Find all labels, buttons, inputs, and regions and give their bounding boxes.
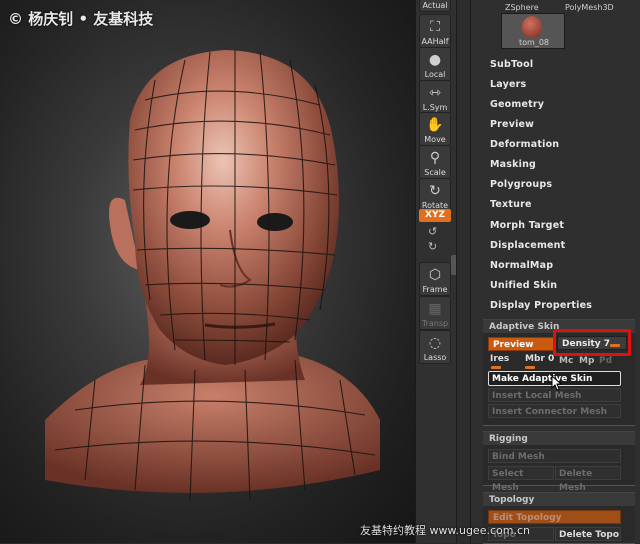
zsphere-label[interactable]: ZSphere — [505, 3, 539, 12]
y-rotate-icon[interactable]: ↺ — [428, 225, 437, 238]
menu-displacement[interactable]: Displacement — [490, 240, 565, 251]
zoom-icon: ⚲ — [429, 150, 441, 166]
hand-icon: ✋ — [426, 117, 444, 133]
lasso-icon: ◌ — [428, 335, 442, 351]
ires-label[interactable]: Ires — [490, 354, 509, 364]
tool-thumbnail[interactable]: tom_08 — [501, 13, 565, 49]
delete-topo-button[interactable]: Delete Topo — [555, 527, 621, 541]
head-thumbnail-icon — [522, 16, 542, 38]
lsym-button[interactable]: ⇿ L.Sym — [419, 80, 451, 114]
lasso-button[interactable]: ◌ Lasso — [419, 330, 451, 364]
menu-deformation[interactable]: Deformation — [490, 139, 559, 150]
tool-shelf: Actual ⛶ AAHalf ● Local ⇿ L.Sym ✋ Move ⚲… — [415, 0, 456, 543]
insert-connector-mesh-button[interactable]: Insert Connector Mesh — [488, 404, 621, 418]
rotate-icon: ↻ — [429, 183, 441, 199]
transparency-icon: ▦ — [428, 301, 442, 317]
select-mesh-button[interactable]: Select Mesh — [488, 466, 554, 493]
aahalf-icon: ⛶ — [430, 19, 440, 35]
head-model — [45, 50, 380, 501]
density-highlight-box — [553, 329, 631, 356]
pd-toggle[interactable]: Pd — [599, 356, 612, 366]
menu-preview[interactable]: Preview — [490, 119, 534, 130]
local-button[interactable]: ● Local — [419, 47, 451, 81]
bind-mesh-button[interactable]: Bind Mesh — [488, 449, 621, 463]
transp-button[interactable]: ▦ Transp — [419, 296, 451, 330]
menu-normalmap[interactable]: NormalMap — [490, 260, 553, 271]
frame-button[interactable]: ⬡ Frame — [419, 262, 451, 296]
scale-button[interactable]: ⚲ Scale — [419, 145, 451, 179]
menu-layers[interactable]: Layers — [490, 79, 526, 90]
move-button[interactable]: ✋ Move — [419, 112, 451, 146]
watermark-bottom: 友基特约教程 www.ugee.com.cn — [360, 524, 530, 537]
local-icon: ● — [428, 52, 442, 68]
menu-unified-skin[interactable]: Unified Skin — [490, 280, 557, 291]
watermark-top: © 杨庆钊 • 友基科技 — [8, 10, 154, 28]
actual-button[interactable]: Actual — [419, 0, 451, 12]
z-rotate-icon[interactable]: ↻ — [428, 240, 437, 253]
tool-thumbnails: ZSphere PolyMesh3D tom_08 — [483, 0, 633, 49]
ires-slider-knob[interactable] — [491, 366, 501, 369]
tool-palette: ZSphere PolyMesh3D tom_08 SubTool Layers… — [470, 0, 640, 544]
menu-masking[interactable]: Masking — [490, 159, 536, 170]
delete-mesh-button[interactable]: Delete Mesh — [555, 466, 621, 493]
menu-polygroups[interactable]: Polygroups — [490, 179, 552, 190]
mp-toggle[interactable]: Mp — [579, 356, 594, 366]
menu-texture[interactable]: Texture — [490, 199, 532, 210]
menu-morph-target[interactable]: Morph Target — [490, 220, 564, 231]
xyz-button[interactable]: XYZ — [419, 209, 451, 222]
symmetry-icon: ⇿ — [429, 85, 441, 101]
panel-scroll-strip[interactable] — [456, 0, 471, 543]
polymesh-label[interactable]: PolyMesh3D — [565, 3, 614, 12]
mc-toggle[interactable]: Mc — [559, 356, 573, 366]
menu-geometry[interactable]: Geometry — [490, 99, 544, 110]
aahalf-button[interactable]: ⛶ AAHalf — [419, 14, 451, 48]
menu-subtool[interactable]: SubTool — [490, 59, 533, 70]
mbr-slider-knob[interactable] — [525, 366, 535, 369]
mbr-label[interactable]: Mbr 0 — [525, 354, 554, 364]
cube-icon: ⬡ — [428, 267, 442, 283]
rotate-button[interactable]: ↻ Rotate — [419, 178, 451, 212]
topology-header[interactable]: Topology — [483, 492, 635, 506]
menu-display-properties[interactable]: Display Properties — [490, 300, 592, 311]
viewport-canvas[interactable]: © 杨庆钊 • 友基科技 — [0, 0, 415, 543]
mouse-cursor-icon — [551, 375, 563, 391]
preview-button[interactable]: Preview — [488, 337, 556, 351]
rigging-header[interactable]: Rigging — [483, 431, 635, 445]
